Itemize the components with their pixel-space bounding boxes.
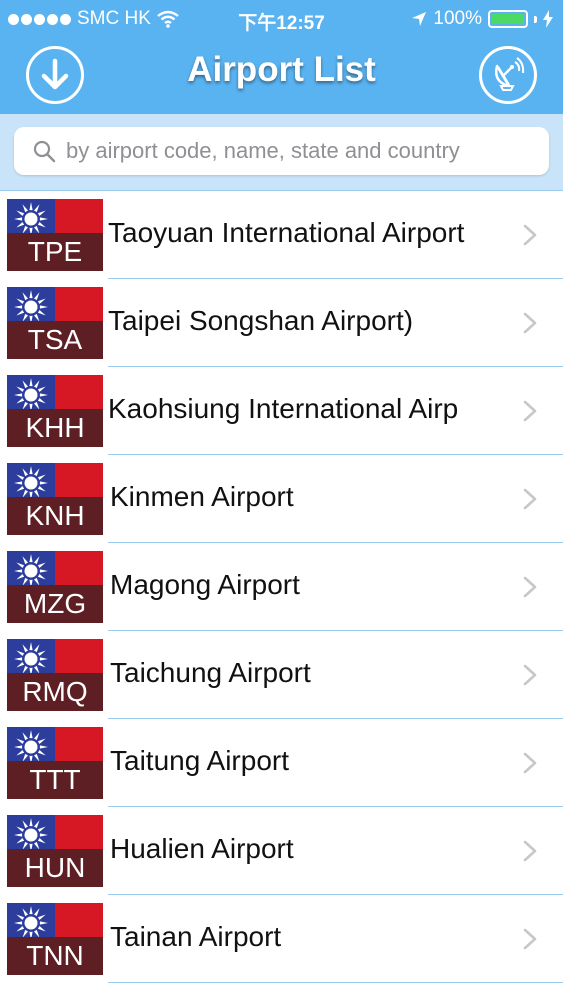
airport-name-wrap: Taichung Airport	[108, 631, 498, 719]
airport-name-wrap: Tainan Airport	[108, 895, 498, 983]
chevron-right-icon	[523, 488, 537, 510]
airport-row-khh[interactable]: KHH Kaohsiung International Airp	[0, 367, 563, 455]
airport-name: Taichung Airport	[110, 657, 311, 688]
airport-list[interactable]: TPE Taoyuan International Airport TSA Ta…	[0, 190, 563, 1000]
airport-row-tsa[interactable]: TSA Taipei Songshan Airport)	[0, 279, 563, 367]
chevron-right-icon	[523, 576, 537, 598]
airport-code: TNN	[7, 937, 103, 975]
airport-code: TTT	[7, 761, 103, 799]
airport-row-mzg[interactable]: MZG Magong Airport	[0, 543, 563, 631]
airport-name-wrap: Magong Airport	[108, 543, 498, 631]
location-arrow-icon	[412, 12, 427, 26]
status-right: 100%	[411, 8, 553, 30]
airport-name: Taoyuan International Airport	[108, 217, 465, 248]
taiwan-flag-icon: MZG	[7, 551, 103, 623]
airport-code: HUN	[7, 849, 103, 887]
search-icon	[33, 140, 56, 163]
chevron-right-icon	[523, 752, 537, 774]
chevron-right-icon	[523, 312, 537, 334]
airport-name-wrap: Hualien Airport	[108, 807, 498, 895]
airport-code: KNH	[7, 497, 103, 535]
taiwan-flag-icon: KHH	[7, 375, 103, 447]
airport-name: Hualien Airport	[110, 833, 294, 864]
airport-row-knh[interactable]: KNH Kinmen Airport	[0, 455, 563, 543]
charging-bolt-icon	[543, 10, 553, 28]
taiwan-flag-icon: KNH	[7, 463, 103, 535]
airport-row-rmq[interactable]: RMQ Taichung Airport	[0, 631, 563, 719]
header: SMC HK 下午12:57 100% Airport List	[0, 0, 563, 114]
airport-name: Kaohsiung International Airp	[108, 393, 459, 424]
chevron-right-icon	[523, 400, 537, 422]
airport-name: Tainan Airport	[110, 921, 282, 952]
airport-code: TSA	[7, 321, 103, 359]
airport-name-wrap: Kaohsiung International Airp	[108, 367, 498, 455]
airport-row-ttt[interactable]: TTT Taitung Airport	[0, 719, 563, 807]
airport-name: Kinmen Airport	[110, 481, 294, 512]
row-separator	[108, 982, 563, 983]
search-input[interactable]	[66, 127, 536, 175]
battery-percent: 100%	[433, 8, 482, 29]
satellite-dish-icon	[495, 57, 525, 91]
airport-code: KHH	[7, 409, 103, 447]
satellite-button[interactable]	[479, 46, 537, 104]
airport-row-tpe[interactable]: TPE Taoyuan International Airport	[0, 191, 563, 279]
airport-code: RMQ	[7, 673, 103, 711]
chevron-right-icon	[523, 224, 537, 246]
search-area	[0, 114, 563, 190]
search-box[interactable]	[14, 127, 549, 175]
chevron-right-icon	[523, 840, 537, 862]
status-bar: SMC HK 下午12:57 100%	[0, 0, 563, 36]
airport-name: Taitung Airport	[110, 745, 289, 776]
chevron-right-icon	[523, 664, 537, 686]
taiwan-flag-icon: TNN	[7, 903, 103, 975]
chevron-right-icon	[523, 928, 537, 950]
airport-row-hun[interactable]: HUN Hualien Airport	[0, 807, 563, 895]
airport-name: Magong Airport	[110, 569, 300, 600]
airport-name-wrap: Taipei Songshan Airport)	[108, 279, 498, 367]
airport-name: Taipei Songshan Airport)	[108, 305, 414, 336]
taiwan-flag-icon: TSA	[7, 287, 103, 359]
battery-icon	[488, 10, 528, 28]
taiwan-flag-icon: RMQ	[7, 639, 103, 711]
taiwan-flag-icon: HUN	[7, 815, 103, 887]
battery-nub	[534, 15, 537, 23]
airport-row-tnn[interactable]: TNN Tainan Airport	[0, 895, 563, 983]
airport-name-wrap: Kinmen Airport	[108, 455, 498, 543]
airport-code: TPE	[7, 233, 103, 271]
airport-name-wrap: Taoyuan International Airport	[108, 191, 498, 279]
taiwan-flag-icon: TPE	[7, 199, 103, 271]
airport-code: MZG	[7, 585, 103, 623]
airport-name-wrap: Taitung Airport	[108, 719, 498, 807]
taiwan-flag-icon: TTT	[7, 727, 103, 799]
nav-bar: Airport List	[0, 36, 563, 114]
